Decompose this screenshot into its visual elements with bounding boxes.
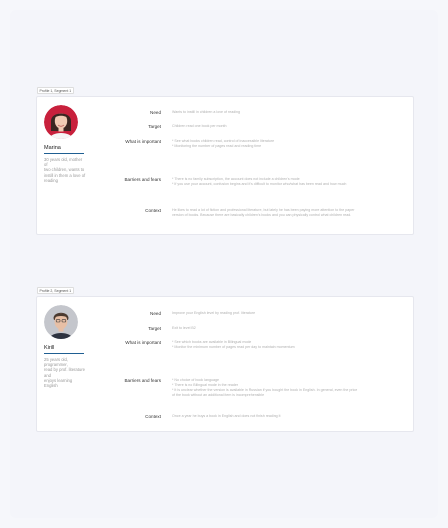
row-value: Wants to instill in children a love of r… [172,110,240,114]
avatar-photo [44,105,78,139]
name-underline [44,353,84,354]
row-label: Context [145,414,161,419]
profile-bio: 30 years old, mother of two children, wa… [44,157,86,183]
profile-tag: Profile 1, Segment 1 [37,87,74,94]
row-label: Barriers and fears [124,177,161,182]
row-value: * There is no family subscription, the a… [172,177,347,186]
canvas-frame [10,10,438,518]
row-label: What is important [125,139,161,144]
row-label: Target [148,124,161,129]
avatar [44,105,78,139]
profile-name: Kirill [44,345,55,351]
row-value: * No choice of book language * There is … [172,378,358,397]
profile-tag: Profile 2, Segment 1 [37,287,74,294]
row-label: Target [148,326,161,331]
profile-identity: Marina 30 years old, mother of two child… [44,105,86,183]
profile-card-kirill: Kirill 25 years old, programmer, read by… [36,296,414,432]
avatar-photo [44,305,78,339]
row-label: What is important [125,340,161,345]
profile-bio: 25 years old, programmer, read by prof. … [44,357,85,389]
row-value: He likes to read a lot of fiction and pr… [172,208,355,217]
row-label: Context [145,208,161,213]
row-label: Need [150,110,161,115]
profile-card-marina: Marina 30 years old, mother of two child… [36,96,414,235]
row-value: Improve your English level by reading pr… [172,311,256,315]
row-value: Once a year he buys a book in English an… [172,414,281,418]
row-value: * See which books are available in Bilin… [172,340,295,349]
row-value: Children read one book per month [172,124,227,128]
profile-name: Marina [44,145,61,151]
row-value: * See what books children read, control … [172,139,275,148]
name-underline [44,153,84,154]
avatar [44,305,78,339]
row-label: Need [150,311,161,316]
row-label: Barriers and fears [124,378,161,383]
profile-identity: Kirill 25 years old, programmer, read by… [44,305,86,388]
row-value: Exit to level B2 [172,326,196,330]
